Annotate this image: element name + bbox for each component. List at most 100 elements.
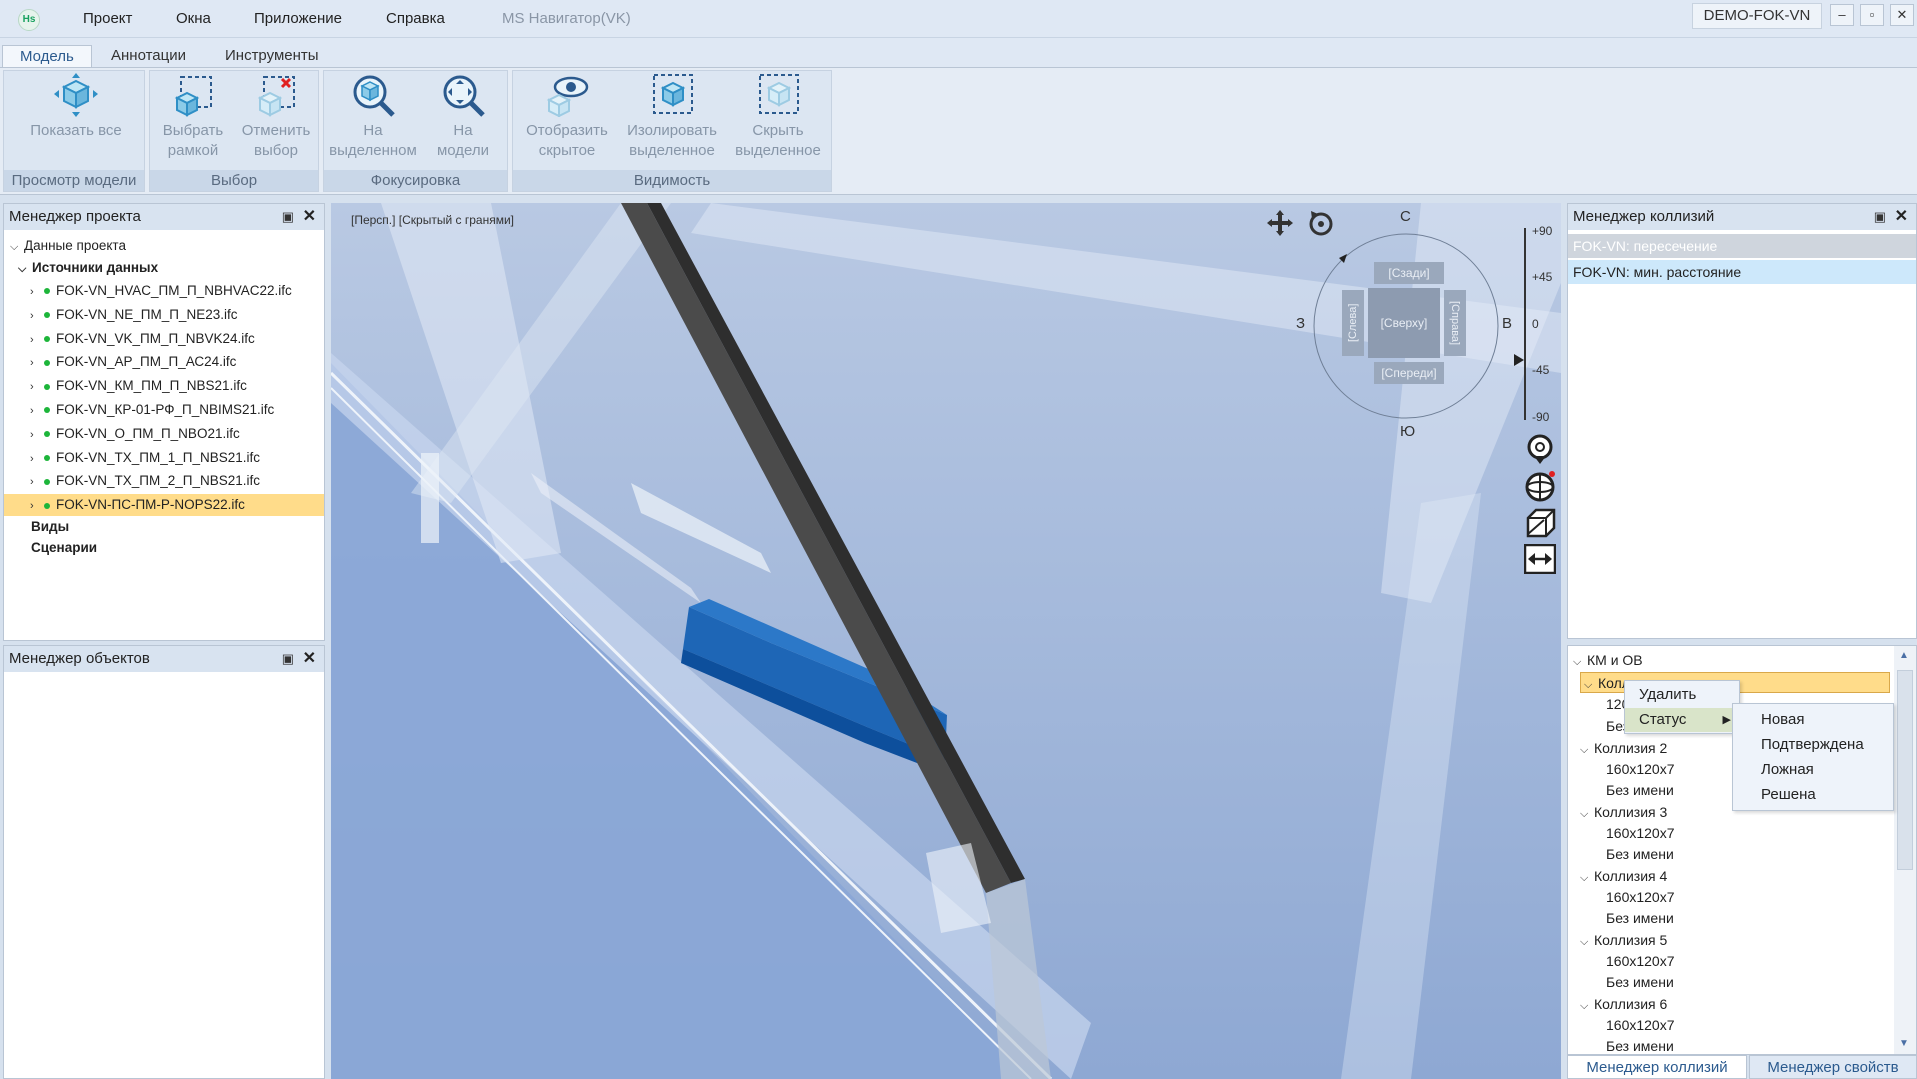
scroll-up-icon[interactable]: ▲: [1899, 650, 1909, 661]
chevron-right-icon[interactable]: ›: [30, 424, 44, 446]
chevron-right-icon[interactable]: ›: [30, 281, 44, 303]
location-pin-icon[interactable]: [1524, 434, 1556, 466]
tab-property-manager[interactable]: Менеджер свойств: [1749, 1055, 1917, 1079]
object-manager-panel: Менеджер объектов ▣ ✕: [3, 645, 325, 1079]
maximize-button[interactable]: ▫: [1860, 4, 1884, 26]
tab-collision-manager[interactable]: Менеджер коллизий: [1567, 1055, 1747, 1079]
measure-icon[interactable]: [1523, 543, 1557, 575]
chevron-right-icon[interactable]: ›: [30, 448, 44, 470]
chevron-down-icon[interactable]: ⌵: [1580, 740, 1594, 761]
tree-views[interactable]: Виды: [4, 516, 324, 538]
collision-name: Коллизия 2: [1594, 740, 1668, 756]
tree-scenarios[interactable]: Сценарии: [4, 537, 324, 559]
angle-label: -90: [1532, 410, 1550, 424]
chevron-right-icon[interactable]: ›: [30, 305, 44, 327]
isolate-selected-button[interactable]: Изолировать выделенное: [619, 73, 725, 161]
data-source-file[interactable]: › FOK-VN_ТХ_ПМ_1_П_NBS21.ifc: [4, 447, 324, 469]
close-window-button[interactable]: ✕: [1890, 4, 1914, 26]
menu-project[interactable]: Проект: [83, 10, 132, 27]
menu-windows[interactable]: Окна: [176, 10, 211, 27]
chevron-down-icon[interactable]: ⌵: [1573, 652, 1587, 673]
show-hidden-button[interactable]: Отобразить скрытое: [515, 73, 619, 161]
chevron-down-icon[interactable]: ⌵: [10, 236, 24, 258]
collision-test-item[interactable]: FOK-VN: пересечение: [1568, 234, 1916, 258]
data-source-file[interactable]: › FOK-VN_VK_ПМ_П_NBVK24.ifc: [4, 328, 324, 350]
tab-tools[interactable]: Инструменты: [208, 45, 336, 67]
show-all-button[interactable]: Показать все: [26, 73, 126, 141]
data-source-file[interactable]: › FOK-VN_О_ПМ_П_NBO21.ifc: [4, 423, 324, 445]
close-icon[interactable]: ✕: [1895, 204, 1908, 230]
tab-annotations[interactable]: Аннотации: [94, 45, 203, 67]
data-source-file[interactable]: › FOK-VN_АР_ПМ_П_АС24.ifc: [4, 351, 324, 373]
focus-selected-button[interactable]: На выделенном: [326, 73, 420, 161]
menu-application[interactable]: Приложение: [254, 10, 342, 27]
angle-scale-bar[interactable]: [1524, 228, 1526, 420]
chevron-down-icon[interactable]: ⌵: [18, 258, 32, 280]
section-box-icon[interactable]: [1524, 508, 1556, 540]
scrollbar[interactable]: ▲ ▼: [1894, 646, 1916, 1054]
pan-icon[interactable]: [1265, 208, 1295, 238]
tree-views-label: Виды: [31, 519, 70, 534]
collision-row[interactable]: ⌵ Коллизия 4: [1568, 866, 1916, 887]
chevron-right-icon[interactable]: ›: [30, 376, 44, 398]
isolate-label-1: Изолировать: [627, 122, 717, 139]
angle-pointer-icon[interactable]: [1514, 354, 1524, 366]
hide-selected-button[interactable]: Скрыть выделенное: [725, 73, 831, 161]
data-source-file[interactable]: › FOK-VN-ПС-ПМ-Р-NOPS22.ifc: [4, 494, 324, 517]
chevron-right-icon[interactable]: ›: [30, 471, 44, 493]
scrollbar-thumb[interactable]: [1897, 670, 1913, 870]
collision-size: 160x120x7: [1606, 953, 1675, 969]
viewport-mode-label[interactable]: [Персп.] [Скрытый с гранями]: [351, 213, 514, 227]
select-box-button[interactable]: Выбрать рамкой: [152, 73, 234, 161]
chevron-down-icon[interactable]: ⌵: [1584, 675, 1598, 696]
status-resolved[interactable]: Решена: [1733, 783, 1893, 807]
tree-scenarios-label: Сценарии: [31, 540, 98, 555]
tab-model[interactable]: Модель: [2, 45, 92, 67]
collision-row[interactable]: ⌵ Коллизия 6: [1568, 994, 1916, 1015]
context-delete[interactable]: Удалить: [1625, 683, 1739, 707]
chevron-right-icon[interactable]: ›: [30, 495, 44, 517]
collision-test-item[interactable]: FOK-VN: мин. расстояние: [1568, 260, 1916, 284]
chevron-down-icon[interactable]: ⌵: [1580, 996, 1594, 1017]
tree-project-root[interactable]: ⌵ Данные проекта: [4, 235, 324, 257]
collision-size: 160x120x7: [1606, 889, 1675, 905]
pin-icon[interactable]: ▣: [282, 204, 294, 230]
chevron-down-icon[interactable]: ⌵: [1580, 868, 1594, 889]
status-new[interactable]: Новая: [1733, 708, 1893, 732]
collision-row[interactable]: ⌵ Коллизия 5: [1568, 930, 1916, 951]
menu-help[interactable]: Справка: [386, 10, 445, 27]
status-dot-icon: [44, 455, 50, 462]
chevron-down-icon[interactable]: ⌵: [1580, 932, 1594, 953]
cube-top[interactable]: [Сверху]: [1368, 288, 1440, 358]
cube-back[interactable]: [Сзади]: [1374, 262, 1444, 284]
data-source-file[interactable]: › FOK-VN_КР-01-РФ_П_NBIMS21.ifc: [4, 399, 324, 421]
chevron-right-icon[interactable]: ›: [30, 400, 44, 422]
globe-icon[interactable]: [1524, 470, 1556, 502]
data-source-file[interactable]: › FOK-VN_ТХ_ПМ_2_П_NBS21.ifc: [4, 470, 324, 492]
show-hidden-label-1: Отобразить: [526, 122, 608, 139]
data-source-file[interactable]: › FOK-VN_HVAC_ПМ_П_NBHVAC22.ifc: [4, 280, 324, 302]
data-source-file[interactable]: › FOK-VN_КМ_ПМ_П_NBS21.ifc: [4, 375, 324, 397]
user-badge[interactable]: DEMO-FOK-VN: [1692, 3, 1822, 29]
focus-model-button[interactable]: На модели: [420, 73, 506, 161]
status-false[interactable]: Ложная: [1733, 758, 1893, 782]
close-icon[interactable]: ✕: [303, 204, 316, 230]
tree-data-sources[interactable]: ⌵ Источники данных: [4, 257, 324, 279]
status-confirmed[interactable]: Подтверждена: [1733, 733, 1893, 757]
pin-icon[interactable]: ▣: [1874, 204, 1886, 230]
view-cube[interactable]: [Сзади] [Сверху] [Спереди] [Слева] [Спра…: [1296, 208, 1512, 440]
chevron-down-icon[interactable]: ⌵: [1580, 804, 1594, 825]
cube-right[interactable]: [Справа]: [1444, 290, 1466, 356]
minimize-button[interactable]: –: [1830, 4, 1854, 26]
cube-front[interactable]: [Спереди]: [1374, 362, 1444, 384]
close-icon[interactable]: ✕: [303, 646, 316, 672]
scroll-down-icon[interactable]: ▼: [1899, 1038, 1909, 1049]
cube-left[interactable]: [Слева]: [1342, 290, 1364, 356]
pin-icon[interactable]: ▣: [282, 646, 294, 672]
chevron-right-icon[interactable]: ›: [30, 352, 44, 374]
data-source-file[interactable]: › FOK-VN_NE_ПМ_П_NE23.ifc: [4, 304, 324, 326]
deselect-button[interactable]: Отменить выбор: [234, 73, 318, 161]
chevron-right-icon[interactable]: ›: [30, 329, 44, 351]
collision-group-row[interactable]: ⌵ КМ и ОВ: [1568, 650, 1916, 671]
context-status[interactable]: Статус ▶: [1625, 708, 1739, 732]
